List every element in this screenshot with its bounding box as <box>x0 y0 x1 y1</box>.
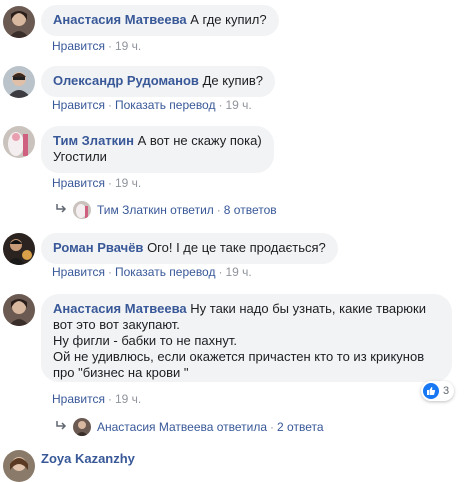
reply-arrow-icon <box>55 420 67 434</box>
like-link[interactable]: Нравится <box>52 392 105 406</box>
show-translation-link[interactable]: Показать перевод <box>115 98 216 112</box>
comment-actions: Нравится · Показать перевод · 19 ч. <box>52 98 252 112</box>
reply-arrow-icon <box>55 203 67 217</box>
comment-actions: Нравится · 19 ч. <box>52 392 142 406</box>
comment-text-line: Ну фигли - бабки то не пахнут. <box>53 333 237 348</box>
avatar[interactable] <box>3 66 35 98</box>
comment-bubble: Тим Златкин А вот не скажу пока) Угостил… <box>41 126 274 173</box>
reaction-count: 3 <box>443 385 450 397</box>
avatar[interactable] <box>3 6 35 38</box>
comment-text-line: про "бизнес на крови " <box>53 365 189 380</box>
reply-author-label: Анастасия Матвеева ответила <box>97 420 268 434</box>
comment-actions: Нравится · 19 ч. <box>52 39 142 53</box>
comment-text: Ого! І де це таке продається? <box>147 240 326 255</box>
reply-count[interactable]: 2 ответа <box>277 420 323 434</box>
comment-author[interactable]: Zoya Kazanzhy <box>41 451 135 466</box>
show-translation-link[interactable]: Показать перевод <box>115 265 216 279</box>
like-link[interactable]: Нравится <box>52 265 105 279</box>
comment-time[interactable]: 19 ч. <box>225 98 251 112</box>
comment-time[interactable]: 19 ч. <box>225 265 251 279</box>
reply-avatar <box>73 201 91 219</box>
comment-bubble: Роман Рвачёв Ого! І де це таке продаєтьс… <box>41 233 338 264</box>
comment-text-line: вот это вот закупают. <box>53 317 180 332</box>
reaction-summary[interactable]: 3 <box>421 381 455 401</box>
comment-text: А вот не скажу пока) <box>137 133 262 148</box>
comment-time[interactable]: 19 ч. <box>115 176 141 190</box>
avatar[interactable] <box>3 233 35 265</box>
comment-bubble: Олександр Рудоманов Де купив? <box>41 66 275 97</box>
comment-author[interactable]: Анастасия Матвеева <box>53 301 187 316</box>
like-icon <box>423 383 439 399</box>
reply-count[interactable]: 8 ответов <box>224 203 277 217</box>
like-link[interactable]: Нравится <box>52 39 105 53</box>
like-link[interactable]: Нравится <box>52 98 105 112</box>
avatar[interactable] <box>3 450 35 482</box>
comment-author[interactable]: Тим Златкин <box>53 133 134 148</box>
view-replies-link[interactable]: Анастасия Матвеева ответила · 2 ответа <box>55 418 324 436</box>
view-replies-link[interactable]: Тим Златкин ответил · 8 ответов <box>55 201 277 219</box>
comment-actions: Нравится · Показать перевод · 19 ч. <box>52 265 252 279</box>
comment-bubble: Анастасия Матвеева А где купил? <box>41 5 279 36</box>
comment-author[interactable]: Анастасия Матвеева <box>53 12 187 27</box>
comment-text-line: Угостили <box>53 149 107 164</box>
comment-text: А где купил? <box>190 12 267 27</box>
comment-text: Де купив? <box>202 73 263 88</box>
comment-author[interactable]: Олександр Рудоманов <box>53 73 199 88</box>
comment-time[interactable]: 19 ч. <box>115 39 141 53</box>
reply-author-label: Тим Златкин ответил <box>97 203 214 217</box>
reply-avatar <box>73 418 91 436</box>
comment-author[interactable]: Роман Рвачёв <box>53 240 143 255</box>
like-link[interactable]: Нравится <box>52 176 105 190</box>
comment-time[interactable]: 19 ч. <box>115 392 141 406</box>
comment-text: Ну таки надо бы узнать, какие тварюки <box>190 301 427 316</box>
comment-actions: Нравится · 19 ч. <box>52 176 142 190</box>
avatar[interactable] <box>3 126 35 158</box>
comment-bubble: Анастасия Матвеева Ну таки надо бы узнат… <box>41 294 452 382</box>
avatar[interactable] <box>3 294 35 326</box>
comment-text-line: Ой не удивлюсь, если окажется причастен … <box>53 349 425 364</box>
